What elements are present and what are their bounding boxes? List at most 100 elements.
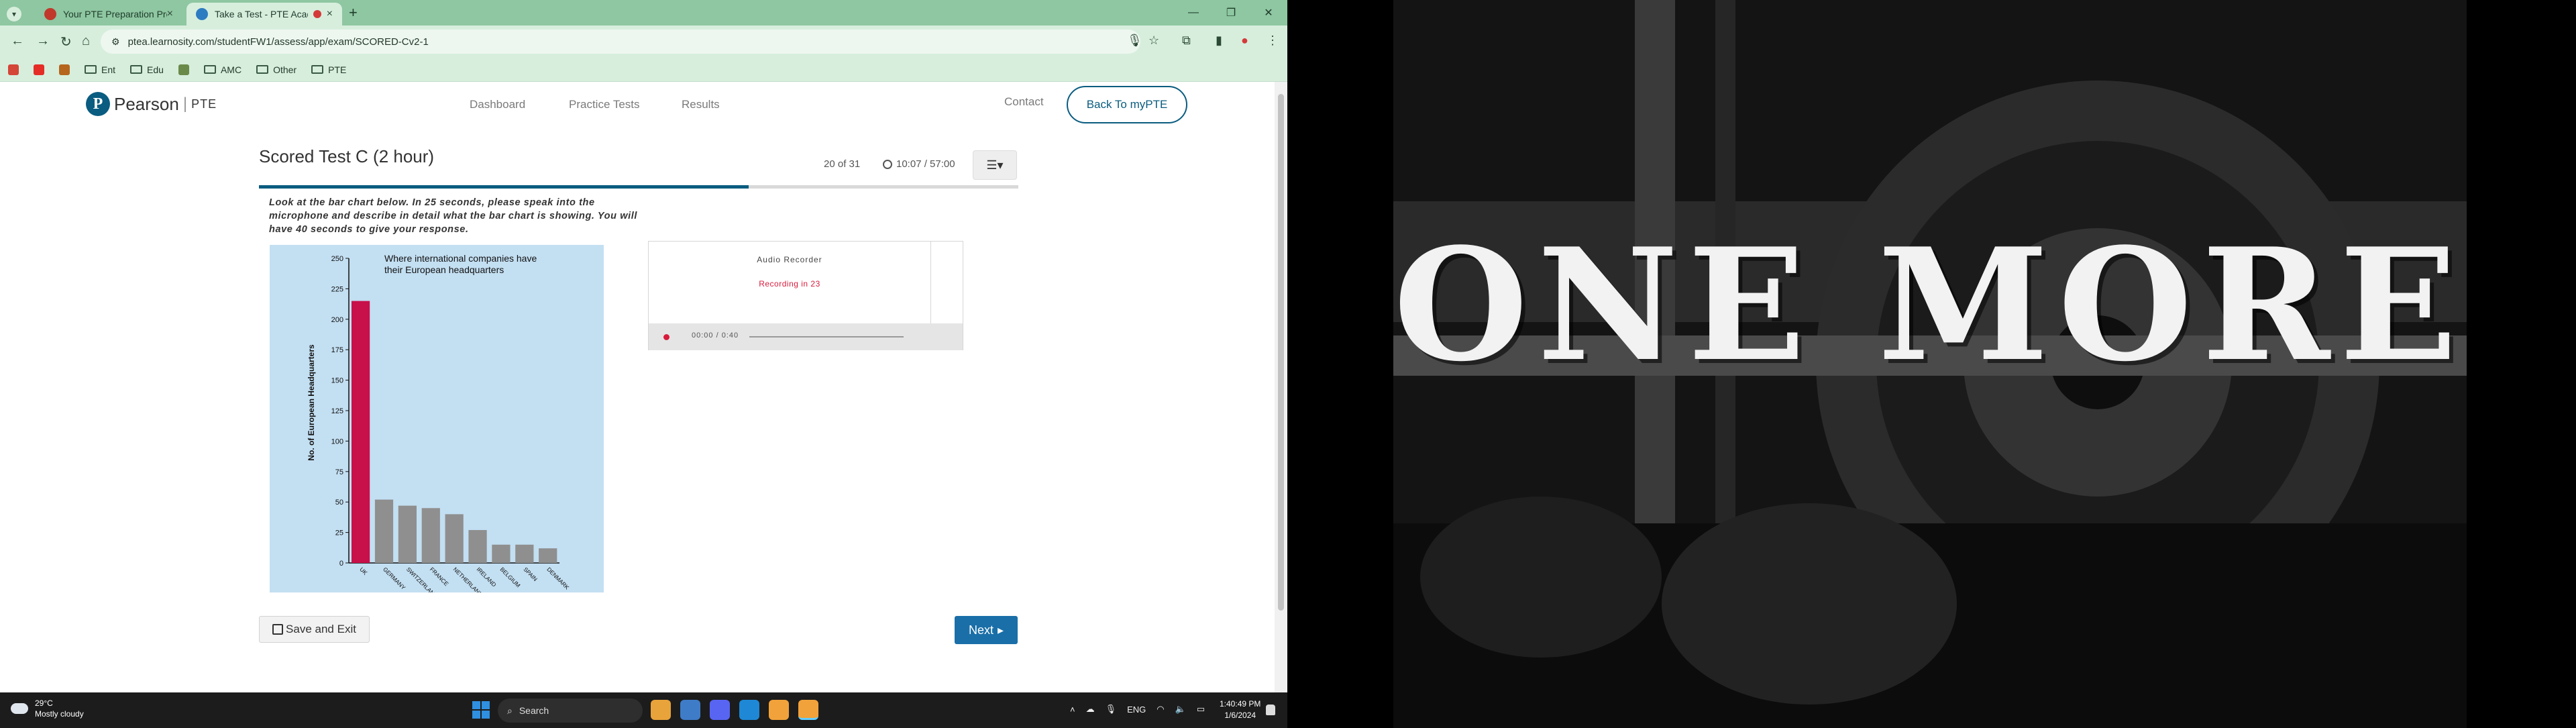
search-icon: ⌕ xyxy=(507,705,513,716)
recording-indicator-icon xyxy=(313,10,321,18)
scrollbar-thumb[interactable] xyxy=(1278,94,1284,611)
taskbar-search[interactable]: ⌕ Search xyxy=(498,698,643,723)
bookmark-gmail[interactable] xyxy=(8,64,19,75)
chrome-active-icon[interactable] xyxy=(798,700,818,720)
system-tray: ˄ ☁ 🎙 ENG ◠ 🔈 ▭ xyxy=(1070,704,1216,715)
desktop: ▾ Your PTE Preparation Product × Take a … xyxy=(0,0,2576,728)
test-progress-bar xyxy=(259,185,1018,189)
taskbar: 29°C Mostly cloudy ⌕ Search ˄ ☁ 🎙 ENG ◠ … xyxy=(0,692,1287,728)
bar-chart: Where international companies have their… xyxy=(270,245,604,592)
bookmark-app-2[interactable] xyxy=(178,64,189,75)
tab-search-icon[interactable]: ▾ xyxy=(7,7,21,21)
temperature: 29°C xyxy=(35,698,53,708)
bookmark-folder-pte[interactable]: PTE xyxy=(311,64,346,75)
chevron-up-icon[interactable]: ˄ xyxy=(1070,705,1075,715)
browser-window: ▾ Your PTE Preparation Product × Take a … xyxy=(0,0,1287,692)
list-icon: ☰▾ xyxy=(986,158,1004,172)
close-window-icon[interactable]: ✕ xyxy=(1250,0,1287,25)
tab-pte-preparation[interactable]: Your PTE Preparation Product × xyxy=(35,3,182,25)
x-tick-label: BELGIUM xyxy=(499,566,522,588)
forward-arrow-icon[interactable]: → xyxy=(36,34,50,49)
chart-title-line-2: their European headquarters xyxy=(384,264,504,275)
y-tick-label: 25 xyxy=(335,529,343,537)
side-panel-icon[interactable]: ▮ xyxy=(1216,34,1222,48)
discord-icon[interactable] xyxy=(710,700,730,720)
close-tab-icon[interactable]: × xyxy=(167,8,173,20)
bar-france xyxy=(421,508,440,563)
pearson-mark-icon: P xyxy=(86,92,110,116)
next-label: Next xyxy=(968,623,994,637)
cloud-icon xyxy=(11,703,28,714)
folder-icon xyxy=(311,65,324,74)
new-tab-button[interactable]: + xyxy=(349,4,358,21)
nav-contact[interactable]: Contact xyxy=(1004,95,1044,109)
bookmarks-bar: Ent Edu AMC Other PTE xyxy=(0,58,1287,82)
folder-icon xyxy=(203,65,216,74)
microphone-icon[interactable]: 🎙 xyxy=(1106,704,1117,715)
nav-dashboard[interactable]: Dashboard xyxy=(470,98,525,111)
taskbar-clock[interactable]: 1:40:49 PM 1/6/2024 xyxy=(1220,698,1260,721)
question-list-button[interactable]: ☰▾ xyxy=(973,150,1017,180)
back-arrow-icon[interactable]: ← xyxy=(11,34,24,49)
restore-icon[interactable]: ❐ xyxy=(1212,0,1250,25)
page-scrollbar[interactable] xyxy=(1275,82,1287,692)
nav-results[interactable]: Results xyxy=(682,98,720,111)
vscode-icon[interactable] xyxy=(739,700,759,720)
site-info-icon[interactable]: ⚙ xyxy=(111,36,120,48)
chart-canvas: Where international companies have their… xyxy=(307,253,571,592)
battery-icon[interactable]: ▭ xyxy=(1197,704,1205,715)
bookmark-youtube[interactable] xyxy=(34,64,44,75)
page-content: P Pearson | PTE Dashboard Practice Tests… xyxy=(0,82,1275,692)
bookmark-folder-amc[interactable]: AMC xyxy=(203,64,242,75)
audio-recorder: Audio Recorder Recording in 23 00:00 / 0… xyxy=(648,241,963,350)
bookmark-star-icon[interactable]: ☆ xyxy=(1148,34,1159,48)
next-button[interactable]: Next ▸ xyxy=(955,616,1018,644)
logo-name: Pearson xyxy=(114,93,179,114)
weather-widget[interactable]: 29°C Mostly cloudy xyxy=(11,698,84,719)
bar-belgium xyxy=(492,544,511,563)
bar-switzerland xyxy=(398,505,417,563)
record-dot-icon xyxy=(663,334,669,340)
y-tick-label: 175 xyxy=(331,346,343,354)
weather-condition: Mostly cloudy xyxy=(35,709,84,719)
microphone-icon[interactable]: 🎙 xyxy=(1127,34,1142,48)
bookmark-folder-edu[interactable]: Edu xyxy=(130,64,164,75)
back-to-mypte-button[interactable]: Back To myPTE xyxy=(1067,86,1187,123)
notification-bell-icon[interactable] xyxy=(1266,705,1275,715)
chrome-icon[interactable] xyxy=(769,700,789,720)
y-tick-label: 225 xyxy=(331,285,343,293)
cloud-sync-icon[interactable]: ☁ xyxy=(1086,704,1095,715)
menu-icon[interactable]: ⋮ xyxy=(1267,34,1279,48)
bookmark-folder-ent[interactable]: Ent xyxy=(85,64,115,75)
pearson-logo[interactable]: P Pearson | PTE xyxy=(86,92,217,116)
profile-icon[interactable]: ● xyxy=(1241,34,1248,48)
save-and-exit-button[interactable]: Save and Exit xyxy=(259,616,370,643)
x-tick-label: IRELAND xyxy=(476,566,498,588)
close-tab-icon[interactable]: × xyxy=(327,8,333,20)
language-indicator[interactable]: ENG xyxy=(1127,705,1146,715)
address-bar[interactable]: ⚙ ptea.learnosity.com/studentFW1/assess/… xyxy=(101,30,1140,54)
y-tick-label: 0 xyxy=(339,560,343,568)
volume-icon[interactable]: 🔈 xyxy=(1175,704,1186,715)
bar-denmark xyxy=(539,548,557,563)
tab-favicon-icon xyxy=(196,8,208,20)
app-icon[interactable] xyxy=(651,700,671,720)
tab-take-a-test[interactable]: Take a Test - PTE Academic × xyxy=(186,3,342,25)
bookmark-app[interactable] xyxy=(59,64,70,75)
extensions-icon[interactable]: ⧉ xyxy=(1182,34,1191,48)
bookmark-folder-other[interactable]: Other xyxy=(256,64,297,75)
nav-practice-tests[interactable]: Practice Tests xyxy=(569,98,640,111)
home-icon[interactable]: ⌂ xyxy=(82,34,90,49)
bar-netherlands xyxy=(445,514,464,563)
recorder-track xyxy=(749,336,904,337)
wallpaper-text: ONE MORE xyxy=(1393,215,2467,396)
minimize-icon[interactable]: — xyxy=(1175,0,1212,25)
reload-icon[interactable]: ↻ xyxy=(60,34,72,50)
audio-recorder-title: Audio Recorder xyxy=(757,255,822,264)
bookmark-label: AMC xyxy=(220,64,242,75)
file-explorer-icon[interactable] xyxy=(680,700,700,720)
windows-start-icon[interactable] xyxy=(472,701,490,719)
wifi-icon[interactable]: ◠ xyxy=(1157,704,1164,715)
y-tick-label: 150 xyxy=(331,377,343,385)
progress-fill xyxy=(259,185,749,189)
